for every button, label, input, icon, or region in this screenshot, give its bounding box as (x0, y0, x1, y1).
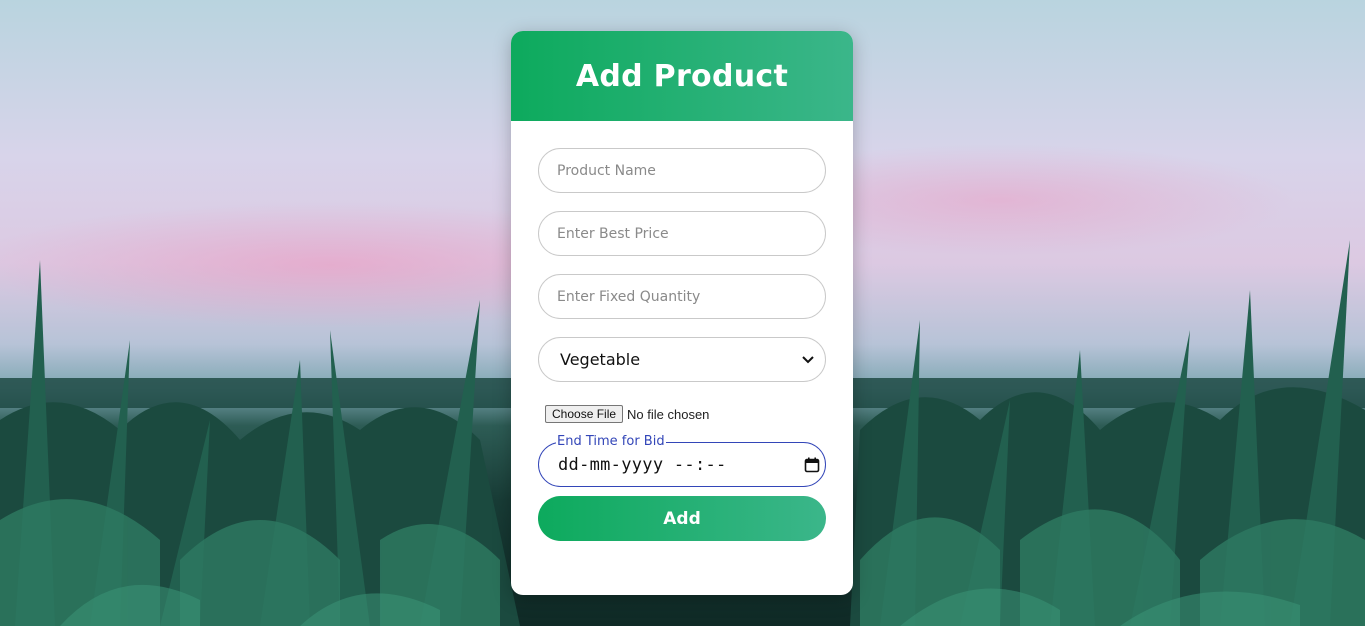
calendar-icon[interactable] (803, 456, 821, 474)
card-header: Add Product (511, 31, 853, 121)
choose-file-button[interactable]: Choose File (545, 405, 624, 423)
page-title: Add Product (575, 58, 789, 94)
file-upload: Choose File No file chosen (545, 404, 709, 424)
add-product-card: Add Product Vegetable Choose File No fil… (511, 31, 853, 595)
chevron-down-icon (801, 353, 815, 367)
product-name-input[interactable] (538, 148, 826, 193)
best-price-input[interactable] (538, 211, 826, 256)
end-time-datetime-input[interactable]: End Time for Bid dd-mm-yyyy --:-- (538, 434, 826, 487)
end-time-value: dd-mm-yyyy --:-- (558, 454, 727, 475)
fixed-quantity-input[interactable] (538, 274, 826, 319)
file-status-text: No file chosen (627, 406, 710, 422)
category-select[interactable]: Vegetable (538, 337, 826, 382)
end-time-label: End Time for Bid (556, 434, 666, 450)
add-button[interactable]: Add (538, 496, 826, 541)
category-selected-value: Vegetable (560, 350, 641, 369)
